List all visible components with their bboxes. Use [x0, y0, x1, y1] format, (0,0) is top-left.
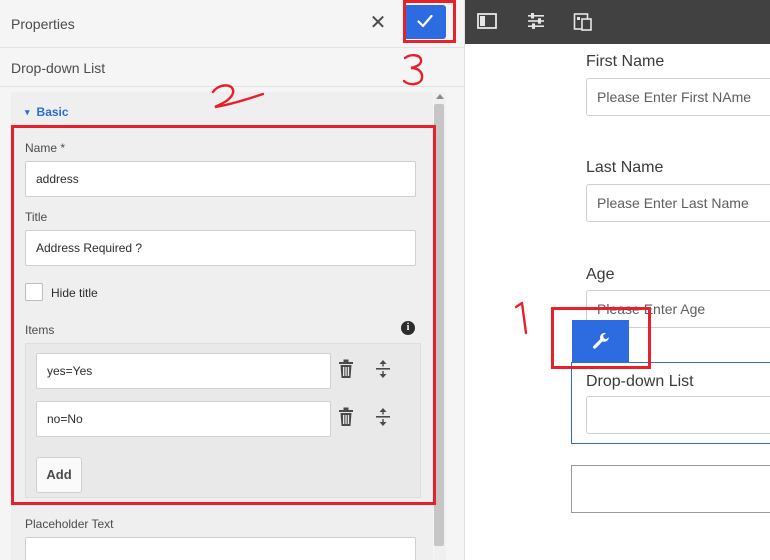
annotation-number-1: [514, 301, 528, 335]
trash-icon[interactable]: [337, 407, 361, 431]
hide-title-checkbox[interactable]: [25, 283, 43, 301]
properties-panel: Properties ✕ Drop-down List ▾ Basic Name …: [0, 0, 465, 560]
add-item-button[interactable]: Add: [36, 457, 82, 493]
reorder-handle-icon[interactable]: [375, 407, 399, 431]
section-basic-label: Basic: [36, 105, 69, 119]
close-button[interactable]: ✕: [366, 11, 390, 35]
last-name-label: Last Name: [586, 159, 664, 176]
wrench-icon: [593, 332, 609, 349]
responsive-icon[interactable]: [573, 12, 595, 34]
title-field-label: Title: [25, 210, 48, 224]
title-input[interactable]: Address Required ?: [25, 230, 416, 266]
divider: [0, 86, 464, 87]
panel-icon[interactable]: [477, 12, 499, 34]
chevron-down-icon: ▾: [25, 107, 30, 117]
configure-button[interactable]: [572, 320, 629, 362]
sliders-icon[interactable]: [526, 12, 548, 34]
items-list: yes=Yes no=No Add: [25, 343, 421, 498]
hide-title-label: Hide title: [51, 286, 98, 300]
section-basic-toggle[interactable]: ▾ Basic: [25, 105, 69, 119]
info-icon[interactable]: i: [401, 321, 415, 335]
first-name-label: First Name: [586, 53, 665, 70]
age-label: Age: [586, 266, 615, 283]
trash-icon[interactable]: [337, 359, 361, 383]
component-type-label: Drop-down List: [11, 60, 106, 76]
reorder-handle-icon[interactable]: [375, 359, 399, 383]
scrollbar-thumb[interactable]: [434, 104, 444, 546]
dropdown-list-select[interactable]: [586, 396, 770, 434]
placeholder-text-label: Placeholder Text: [25, 517, 114, 531]
panel-title: Properties: [11, 16, 75, 32]
checkmark-icon: [417, 14, 433, 28]
next-component-frame[interactable]: [571, 465, 770, 513]
scroll-up-arrow-icon[interactable]: [436, 94, 444, 99]
scrollbar[interactable]: [434, 92, 446, 560]
item-value-input[interactable]: no=No: [36, 401, 331, 437]
first-name-input[interactable]: Please Enter First NAme: [586, 78, 770, 116]
placeholder-text-input[interactable]: [25, 537, 416, 560]
panel-header: Properties ✕: [0, 0, 464, 48]
confirm-button[interactable]: [404, 5, 446, 39]
properties-scroll-area: ▾ Basic Name * address Title Address Requ…: [11, 92, 433, 560]
name-field-label: Name *: [25, 141, 66, 155]
item-value-input[interactable]: yes=Yes: [36, 353, 331, 389]
items-label: Items: [25, 323, 55, 337]
editor-toolbar: [465, 0, 770, 44]
last-name-input[interactable]: Please Enter Last Name: [586, 184, 770, 222]
dropdown-list-label: Drop-down List: [586, 373, 694, 390]
name-input[interactable]: address: [25, 161, 416, 197]
